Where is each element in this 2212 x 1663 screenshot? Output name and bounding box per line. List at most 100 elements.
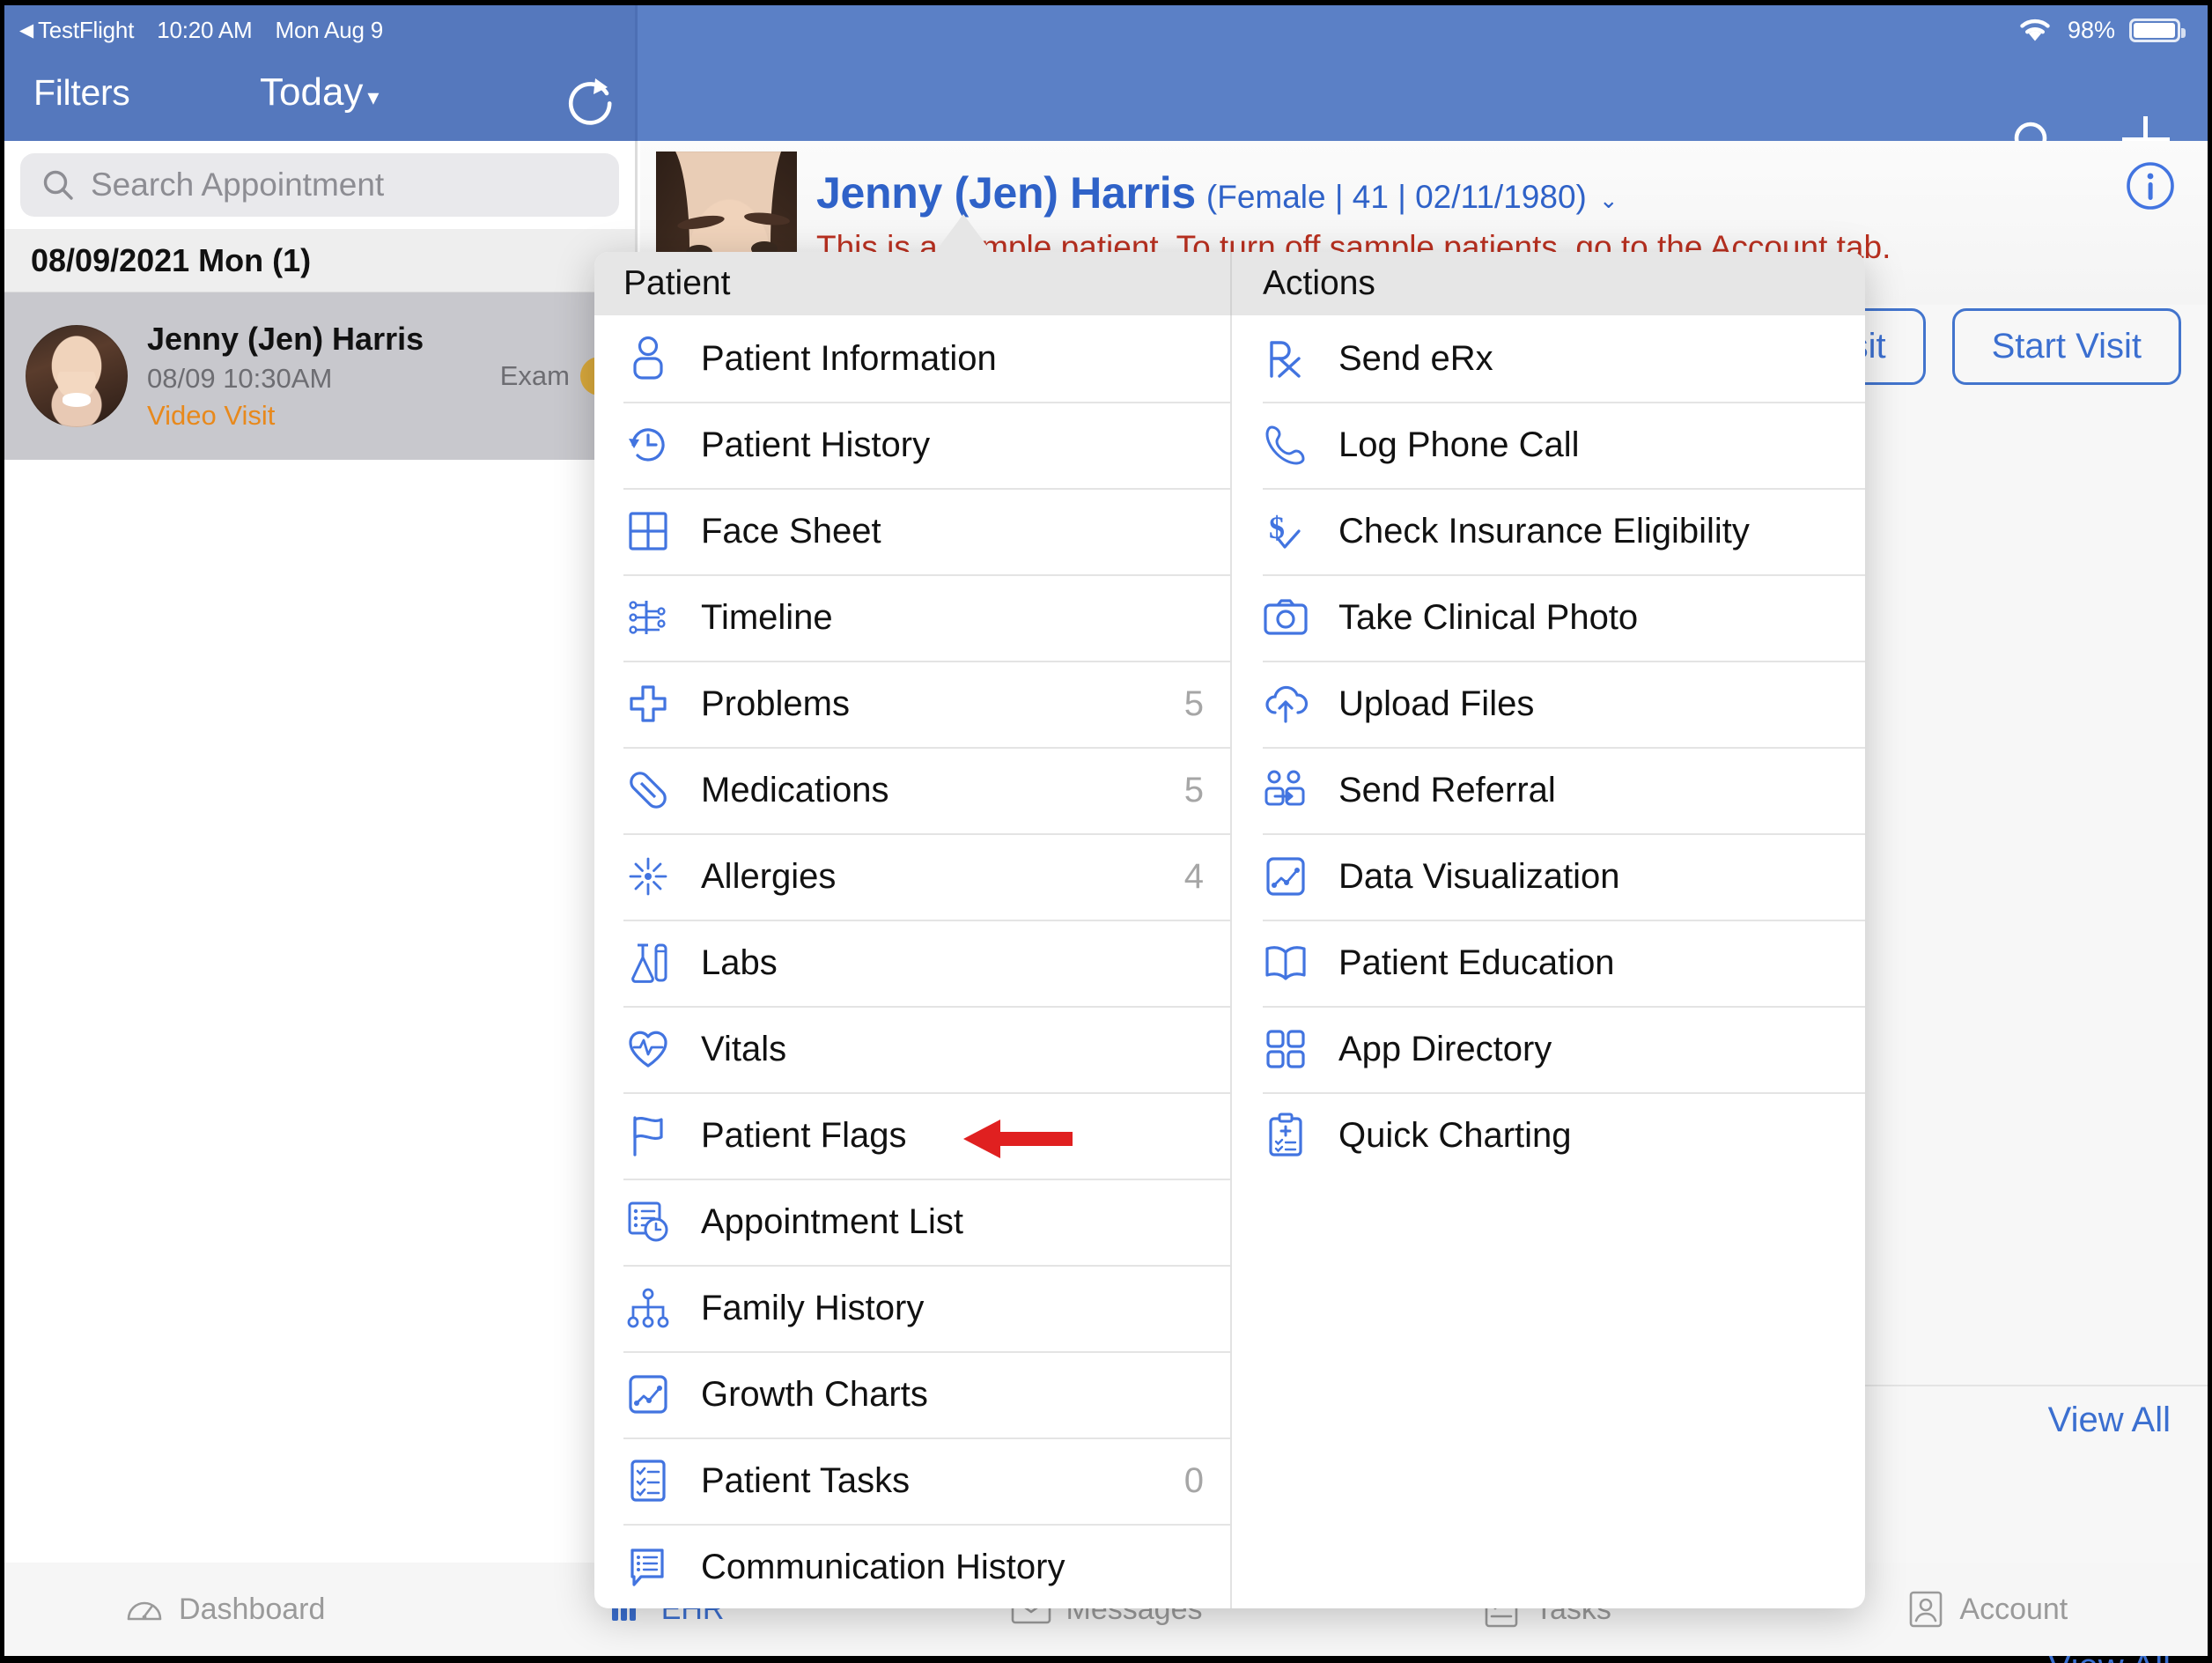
person-icon — [623, 336, 673, 381]
menu-item-label: Send Referral — [1338, 770, 1556, 809]
history-clock-icon — [623, 423, 673, 467]
search-input[interactable]: Search Appointment — [20, 153, 619, 217]
menu-item-label: Data Visualization — [1338, 856, 1620, 896]
menu-item-patient-flags[interactable]: Patient Flags — [594, 1092, 1230, 1179]
menu-item-label: Patient Education — [1338, 942, 1615, 982]
patient-demographics: (Female | 41 | 02/11/1980) — [1206, 179, 1587, 215]
menu-item-patient-education[interactable]: Patient Education — [1232, 920, 1865, 1006]
menu-item-send-referral[interactable]: Send Referral — [1232, 747, 1865, 833]
menu-item-label: Send eRx — [1338, 338, 1493, 378]
menu-item-label: Patient Information — [701, 338, 997, 378]
menu-item-label: Log Phone Call — [1338, 425, 1580, 464]
menu-item-label: Take Clinical Photo — [1338, 597, 1639, 637]
menu-item-data-visualization[interactable]: Data Visualization — [1232, 833, 1865, 920]
search-placeholder: Search Appointment — [91, 166, 385, 203]
menu-item-label: Vitals — [701, 1029, 787, 1068]
menu-item-label: Patient History — [701, 425, 931, 464]
menu-item-patient-tasks[interactable]: Patient Tasks 0 — [594, 1438, 1230, 1524]
popover-body: Patient Information Patient History Face… — [594, 315, 1865, 1608]
patient-actions-popover: Patient Actions Patient Information Pati… — [594, 252, 1865, 1608]
menu-item-timeline[interactable]: Timeline — [594, 574, 1230, 661]
filters-button[interactable]: Filters — [33, 72, 130, 114]
popover-patient-header: Patient — [594, 252, 1230, 315]
phone-icon — [1261, 423, 1310, 467]
menu-item-upload-files[interactable]: Upload Files — [1232, 661, 1865, 747]
menu-item-label: Family History — [701, 1288, 925, 1327]
referral-people-icon — [1261, 769, 1310, 811]
menu-item-face-sheet[interactable]: Face Sheet — [594, 488, 1230, 574]
menu-item-label: Patient Flags — [701, 1115, 907, 1155]
nav-toolbar-row: Filters Today ▾ — [0, 51, 2212, 165]
status-date: Mon Aug 9 — [275, 16, 383, 43]
top-navigation-bar: ◀ TestFlight 10:20 AM Mon Aug 9 98% Filt… — [0, 5, 2212, 165]
comment-list-icon — [623, 1545, 673, 1589]
battery-percent-label: 98% — [2067, 16, 2115, 43]
menu-item-label: Upload Files — [1338, 684, 1535, 723]
menu-item-quick-charting[interactable]: Quick Charting — [1232, 1092, 1865, 1179]
pill-capsule-icon — [623, 768, 673, 812]
page-title: Jenny (Jen) Harris — [816, 168, 1196, 218]
popover-header: Patient Actions — [594, 252, 1865, 315]
menu-item-appointment-list[interactable]: Appointment List — [594, 1179, 1230, 1265]
appointment-list-item[interactable]: Jenny (Jen) Harris 08/09 10:30AM Video V… — [4, 292, 635, 460]
menu-item-take-clinical-photo[interactable]: Take Clinical Photo — [1232, 574, 1865, 661]
menu-item-count: 4 — [1183, 856, 1204, 896]
menu-item-send-erx[interactable]: Send eRx — [1232, 315, 1865, 402]
gauge-icon — [124, 1589, 165, 1630]
chevron-down-icon[interactable]: ⌄ — [1599, 187, 1618, 214]
search-icon — [41, 168, 75, 202]
red-arrow-annotation — [960, 1114, 1074, 1164]
patient-menu-column: Patient Information Patient History Face… — [594, 315, 1230, 1608]
refresh-button[interactable] — [564, 73, 618, 128]
view-all-link-1[interactable]: View All — [2048, 1401, 2171, 1440]
patient-name-line[interactable]: Jenny (Jen) Harris (Female | 41 | 02/11/… — [816, 167, 1618, 218]
menu-item-label: Face Sheet — [701, 511, 881, 551]
menu-item-family-history[interactable]: Family History — [594, 1265, 1230, 1351]
lab-flask-icon — [623, 941, 673, 985]
today-label: Today — [260, 70, 364, 114]
menu-item-label: Problems — [701, 684, 850, 723]
info-icon[interactable] — [2125, 160, 2176, 211]
menu-item-count: 5 — [1183, 770, 1204, 809]
menu-item-label: Timeline — [701, 597, 833, 637]
avatar — [26, 325, 128, 427]
account-icon — [1906, 1589, 1945, 1630]
menu-item-label: Growth Charts — [701, 1374, 928, 1414]
menu-item-check-insurance-eligibility[interactable]: $ Check Insurance Eligibility — [1232, 488, 1865, 574]
menu-item-patient-information[interactable]: Patient Information — [594, 315, 1230, 402]
dollar-check-icon: $ — [1261, 508, 1310, 554]
appointments-sidebar: Search Appointment 08/09/2021 Mon (1) Je… — [4, 141, 638, 1656]
menu-item-medications[interactable]: Medications 5 — [594, 747, 1230, 833]
ios-status-bar: ◀ TestFlight 10:20 AM Mon Aug 9 — [19, 14, 406, 46]
menu-item-log-phone-call[interactable]: Log Phone Call — [1232, 402, 1865, 488]
appointment-date-group-header: 08/09/2021 Mon (1) — [4, 229, 635, 292]
chevron-down-icon: ▾ — [367, 84, 380, 110]
allergy-burst-icon — [623, 855, 673, 898]
menu-item-patient-history[interactable]: Patient History — [594, 402, 1230, 488]
menu-item-vitals[interactable]: Vitals — [594, 1006, 1230, 1092]
tab-label: Dashboard — [179, 1592, 326, 1626]
menu-item-problems[interactable]: Problems 5 — [594, 661, 1230, 747]
window-bottom-border — [0, 1656, 2212, 1663]
clipboard-plus-icon — [1261, 1112, 1310, 1158]
menu-item-growth-charts[interactable]: Growth Charts — [594, 1351, 1230, 1438]
tab-dashboard[interactable]: Dashboard — [4, 1589, 445, 1630]
back-triangle-icon[interactable]: ◀ — [19, 21, 33, 40]
status-bar-right: 98% — [2017, 12, 2186, 48]
menu-item-label: Medications — [701, 770, 889, 809]
menu-item-label: Quick Charting — [1338, 1115, 1572, 1155]
cross-plus-icon — [623, 683, 673, 725]
menu-item-labs[interactable]: Labs — [594, 920, 1230, 1006]
today-date-picker[interactable]: Today ▾ — [260, 70, 379, 115]
battery-icon — [2129, 18, 2186, 42]
status-back-app-label[interactable]: TestFlight — [38, 17, 134, 44]
menu-item-communication-history[interactable]: Communication History — [594, 1524, 1230, 1608]
popover-caret — [933, 214, 993, 255]
start-visit-button[interactable]: Start Visit — [1951, 308, 2181, 385]
tab-label: Account — [1959, 1592, 2068, 1626]
open-book-icon — [1261, 942, 1310, 983]
grid-icon — [623, 510, 673, 552]
menu-item-allergies[interactable]: Allergies 4 — [594, 833, 1230, 920]
menu-item-app-directory[interactable]: App Directory — [1232, 1006, 1865, 1092]
heart-pulse-icon — [623, 1028, 673, 1070]
